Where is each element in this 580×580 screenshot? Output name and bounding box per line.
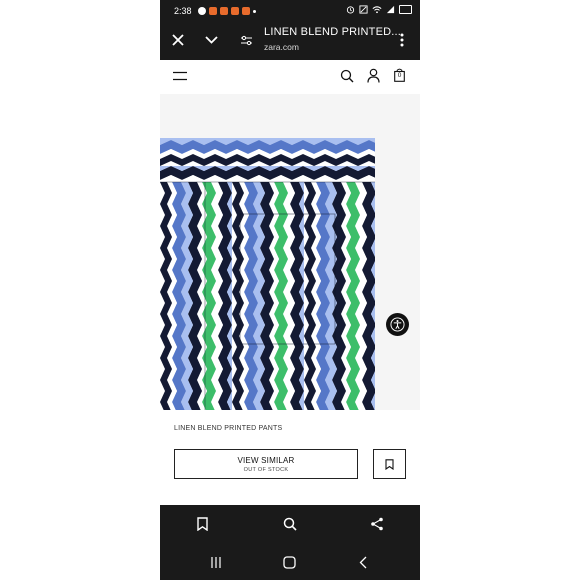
search-icon[interactable] (283, 517, 297, 531)
wifi-icon (372, 6, 382, 14)
notification-icons (197, 7, 256, 15)
alarm-icon (346, 6, 355, 14)
app-notification-icon (219, 7, 228, 15)
chevron-down-icon[interactable] (204, 35, 219, 45)
back-icon[interactable] (359, 556, 367, 569)
messenger-notification-icon (197, 7, 206, 15)
mute-icon (359, 5, 368, 14)
system-nav-bar (160, 545, 420, 580)
signal-icon (386, 5, 395, 14)
browser-toolbar: LINEN BLEND PRINTED... zara.com (160, 22, 420, 60)
stock-status: OUT OF STOCK (243, 466, 289, 473)
home-icon[interactable] (283, 556, 296, 569)
view-similar-button[interactable]: VIEW SIMILAR OUT OF STOCK (174, 449, 358, 479)
recents-icon[interactable] (210, 557, 222, 568)
phone-screen: 2:38 LINEN BLEND PRINTED... zara.com 0 (160, 0, 420, 580)
product-image[interactable] (160, 94, 420, 410)
battery-icon (399, 5, 412, 14)
page-domain: zara.com (264, 42, 299, 52)
accessibility-icon (390, 317, 405, 332)
close-icon[interactable] (171, 33, 185, 47)
system-status-icons (346, 5, 412, 14)
zigzag-pattern-image (160, 138, 420, 410)
view-similar-label: VIEW SIMILAR (237, 455, 295, 465)
menu-icon[interactable] (173, 71, 187, 81)
bookmark-icon (385, 458, 394, 470)
app-notification-icon (208, 7, 217, 15)
status-bar: 2:38 (160, 0, 420, 22)
share-icon[interactable] (370, 517, 384, 531)
accessibility-button[interactable] (386, 313, 409, 336)
product-name: LINEN BLEND PRINTED PANTS (174, 425, 283, 432)
site-settings-icon[interactable] (240, 34, 253, 47)
status-time: 2:38 (174, 6, 192, 16)
account-icon[interactable] (367, 68, 380, 83)
more-notifications-icon (252, 9, 256, 13)
app-notification-icon (230, 7, 239, 15)
more-vertical-icon[interactable] (399, 32, 405, 48)
bookmark-icon[interactable] (197, 517, 208, 531)
cart-count: 0 (397, 72, 402, 79)
search-icon[interactable] (340, 69, 354, 83)
browser-bottom-bar (160, 505, 420, 545)
cart-icon[interactable]: 0 (394, 68, 405, 82)
app-notification-icon (241, 7, 250, 15)
page-title: LINEN BLEND PRINTED... (264, 26, 402, 38)
site-header: 0 (160, 60, 420, 94)
save-for-later-button[interactable] (373, 449, 406, 479)
